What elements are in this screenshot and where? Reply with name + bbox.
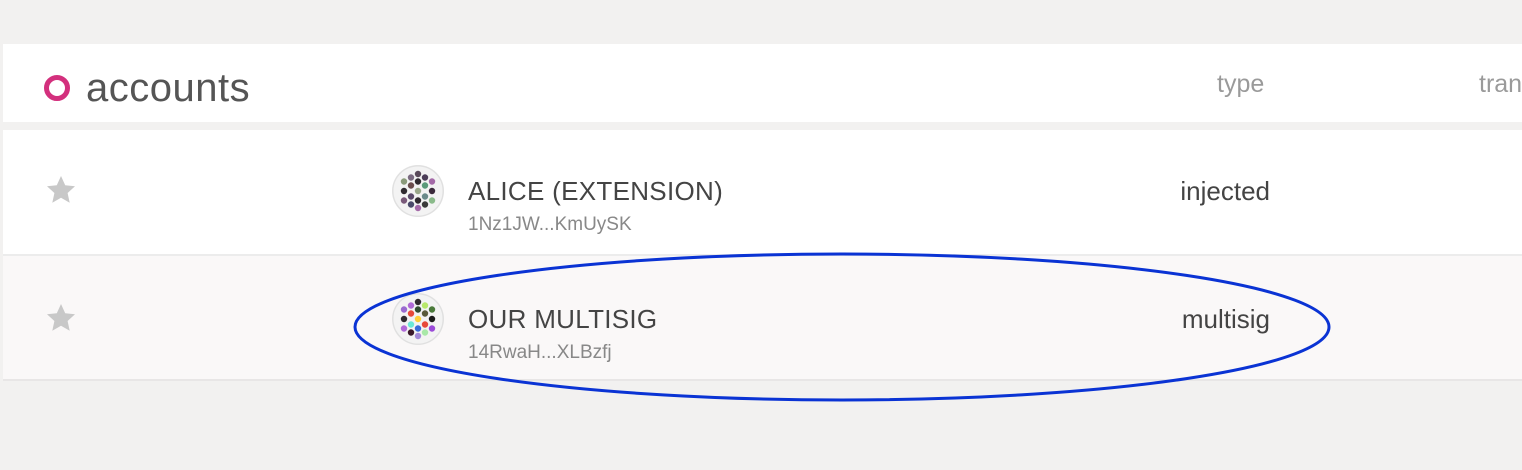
identicon-icon[interactable] — [392, 293, 444, 345]
accounts-logo-icon — [44, 75, 70, 101]
account-name[interactable]: OUR MULTISIG — [468, 304, 657, 334]
star-icon[interactable] — [45, 302, 77, 334]
account-type: injected — [1180, 176, 1270, 206]
identicon-icon[interactable] — [392, 165, 444, 217]
account-row[interactable]: OUR MULTISIG 14RwaH...XLBzfj multisig — [3, 256, 1522, 380]
account-address[interactable]: 14RwaH...XLBzfj — [468, 342, 612, 364]
account-name[interactable]: ALICE (EXTENSION) — [468, 176, 723, 206]
star-icon[interactable] — [45, 174, 77, 206]
account-type: multisig — [1181, 304, 1270, 334]
accounts-header: accounts type tran — [3, 44, 1522, 122]
page-title-text: accounts — [86, 66, 251, 110]
page-title: accounts — [44, 68, 250, 108]
account-row[interactable]: ALICE (EXTENSION) 1Nz1JW...KmUySK inject… — [3, 130, 1522, 254]
column-header-transferrable[interactable]: tran — [1479, 68, 1522, 100]
account-address[interactable]: 1Nz1JW...KmUySK — [468, 214, 632, 236]
column-header-type[interactable]: type — [1217, 68, 1264, 100]
row-divider — [3, 379, 1522, 381]
